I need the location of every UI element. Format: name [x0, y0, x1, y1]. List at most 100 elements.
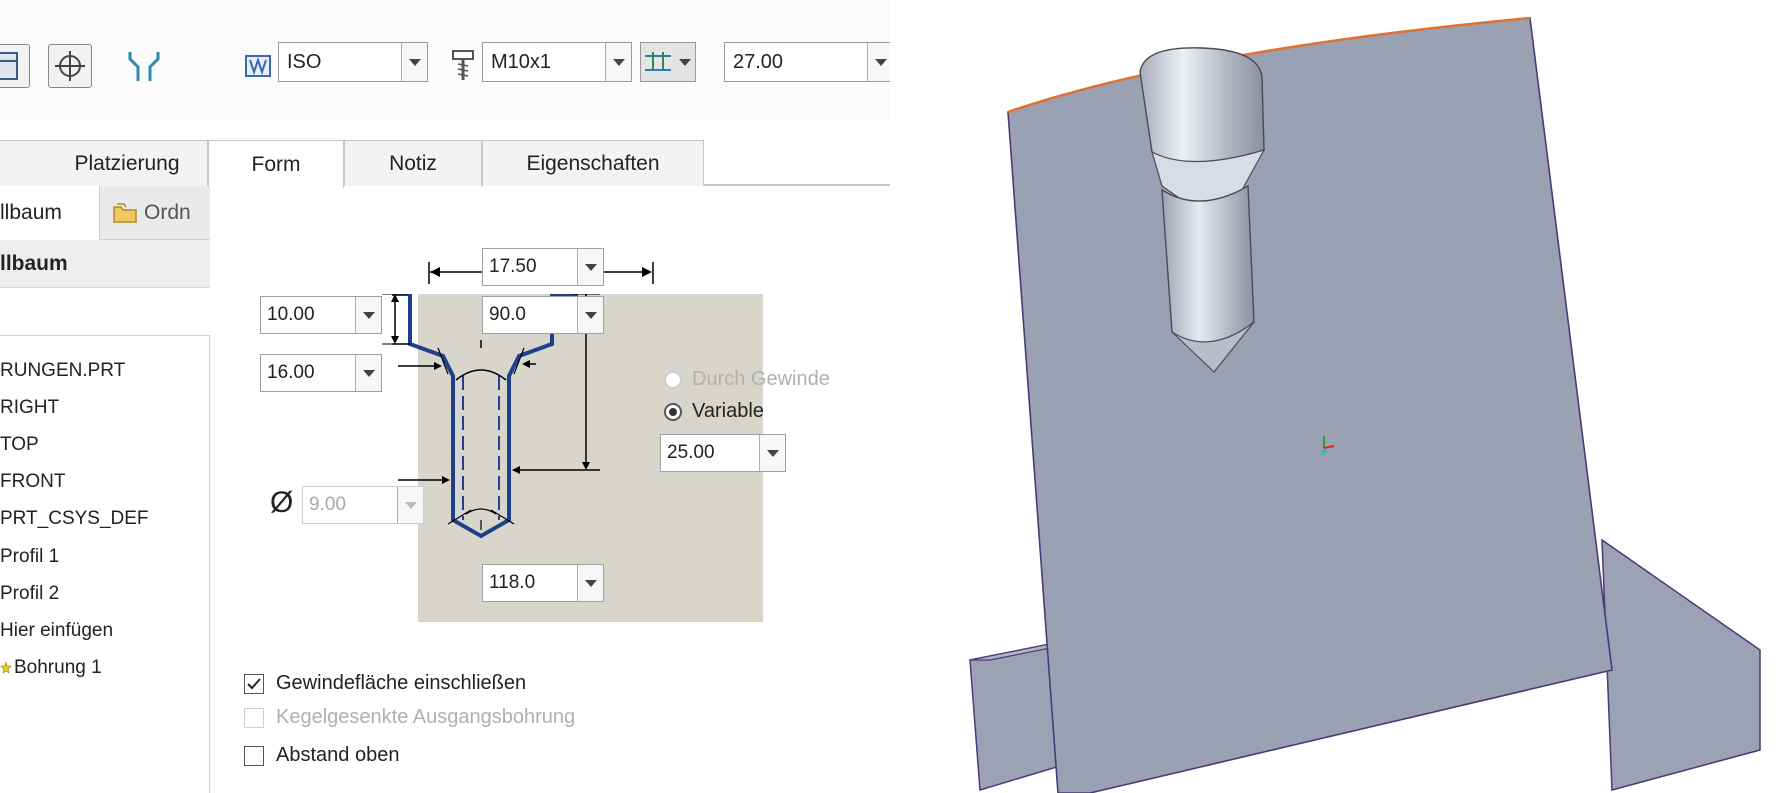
- chevron-down-icon[interactable]: [577, 565, 603, 601]
- drill-tip-angle-value: 118.0: [489, 572, 536, 593]
- radial-placement-icon[interactable]: [48, 44, 92, 88]
- tree-item-bohrung-1[interactable]: Bohrung 1: [0, 650, 210, 687]
- thread-standard-value: ISO: [287, 50, 322, 73]
- tree-item-label: PRT_CSYS_DEF: [0, 508, 149, 530]
- tab-label: Form: [251, 152, 301, 176]
- thread-depth-field[interactable]: 25.00: [660, 434, 786, 472]
- shape-form-panel: 17.50 10.00 90.0 16.00 Ø 9.00 118.0 Durc…: [210, 188, 890, 793]
- thru-thread-radio[interactable]: Durch Gewinde: [664, 368, 830, 391]
- check-icon: [247, 677, 261, 689]
- tab-label: llbaum: [0, 201, 62, 224]
- simple-hole-icon[interactable]: [0, 44, 30, 88]
- hole-depth-value: 27.00: [733, 50, 784, 73]
- hole-depth-select[interactable]: 27.00: [724, 42, 890, 82]
- chevron-down-icon[interactable]: [676, 43, 695, 81]
- tab-label: Notiz: [389, 151, 437, 175]
- counterbore-depth-field[interactable]: 10.00: [260, 296, 382, 334]
- tree-item-label: Bohrung 1: [14, 657, 102, 679]
- countersunk-exit-checkbox[interactable]: Kegelgesenkte Ausgangsbohrung: [244, 706, 575, 729]
- tab-model-tree[interactable]: llbaum: [0, 186, 100, 240]
- counterbore-diameter-field[interactable]: 17.50: [482, 248, 604, 286]
- ribbon-toolbar: ISO M10x1 27.00: [0, 0, 890, 120]
- radio-circle: [664, 370, 682, 389]
- part-3d-model: [969, 16, 1761, 793]
- tree-item-label: Hier einfügen: [0, 619, 114, 641]
- tree-item-insert-here[interactable]: Hier einfügen: [0, 612, 210, 649]
- tab-layer-tree[interactable]: Ordn: [100, 186, 210, 240]
- tree-item-label: RUNGEN.PRT: [0, 359, 126, 381]
- tree-items-list: RUNGEN.PRT RIGHT TOP FRONT PRT_CSYS_DEF …: [0, 352, 210, 687]
- chevron-down-icon[interactable]: [759, 435, 785, 471]
- tree-item-profil-2[interactable]: Profil 2: [0, 575, 210, 612]
- radio-circle: [664, 402, 682, 421]
- tree-filter-input[interactable]: [0, 288, 210, 336]
- tree-item-top[interactable]: TOP: [0, 426, 210, 463]
- chevron-down-icon[interactable]: [577, 297, 603, 333]
- checkbox-label: Abstand oben: [276, 744, 400, 766]
- countersink-angle-field[interactable]: 90.0: [482, 296, 604, 334]
- tree-item-part[interactable]: RUNGEN.PRT: [0, 352, 210, 389]
- thread-depth-value: 25.00: [667, 442, 715, 463]
- counterbore-cylinder: [1139, 47, 1265, 163]
- tab-label: Platzierung: [74, 151, 180, 175]
- graphics-viewport[interactable]: [890, 0, 1792, 793]
- tree-item-profil-1[interactable]: Profil 1: [0, 538, 210, 575]
- checkbox-box: [244, 745, 264, 766]
- tree-item-label: RIGHT: [0, 396, 60, 418]
- tree-item-label: Profil 1: [0, 545, 60, 567]
- flange-right-face: [1601, 538, 1761, 791]
- counterbore-depth-value: 10.00: [267, 304, 315, 325]
- tab-eigenschaften[interactable]: Eigenschaften: [482, 140, 704, 186]
- feature-tabs: Platzierung Form Notiz Eigenschaften: [0, 140, 890, 188]
- radio-label: Variable: [692, 400, 764, 422]
- countersink-depth-field[interactable]: 16.00: [260, 354, 382, 392]
- tree-item-label: TOP: [0, 433, 39, 455]
- drill-profile-icon[interactable]: [122, 44, 166, 88]
- top-clearance-checkbox[interactable]: Abstand oben: [244, 744, 399, 767]
- hole-feature-panel: ISO M10x1 27.00 Platzierung Form Notiz E…: [0, 0, 890, 793]
- drill-tip-angle-field[interactable]: 118.0: [482, 564, 604, 602]
- checkbox-label: Gewindefläche einschließen: [276, 672, 527, 694]
- model-tree-header: llbaum: [0, 240, 210, 288]
- model-tree-panel: llbaum Ordn llbaum RUNGEN.PRT RIGHT TOP …: [0, 186, 210, 793]
- chevron-down-icon[interactable]: [605, 43, 631, 81]
- thread-size-select[interactable]: M10x1: [482, 42, 632, 82]
- depth-option-button[interactable]: [640, 42, 696, 82]
- countersink-angle-value: 90.0: [489, 304, 526, 325]
- thread-size-value: M10x1: [491, 50, 552, 73]
- hole-diameter-field[interactable]: 9.00: [302, 486, 424, 524]
- counterbore-diameter-value: 17.50: [489, 256, 537, 277]
- chevron-down-icon[interactable]: [397, 487, 423, 523]
- chevron-down-icon[interactable]: [355, 297, 381, 333]
- chevron-down-icon[interactable]: [867, 43, 890, 81]
- tab-notiz[interactable]: Notiz: [344, 140, 482, 186]
- tree-item-csys[interactable]: PRT_CSYS_DEF: [0, 501, 210, 538]
- tree-item-label: Profil 2: [0, 582, 60, 604]
- new-feature-icon: [0, 661, 12, 675]
- thread-standard-select[interactable]: ISO: [278, 42, 428, 82]
- tab-label: Ordn: [144, 200, 191, 224]
- tab-platzierung[interactable]: Platzierung: [0, 140, 208, 186]
- tree-item-front[interactable]: FRONT: [0, 464, 210, 501]
- checkbox-box: [244, 673, 264, 694]
- hole-diameter-value: 9.00: [309, 494, 346, 515]
- include-thread-surface-checkbox[interactable]: Gewindefläche einschließen: [244, 672, 526, 695]
- thread-standard-icon: [244, 50, 272, 80]
- radio-label: Durch Gewinde: [692, 368, 830, 390]
- chevron-down-icon[interactable]: [577, 249, 603, 285]
- tree-item-label: FRONT: [0, 471, 66, 493]
- tab-label: Eigenschaften: [526, 151, 660, 175]
- screw-size-icon: [450, 48, 476, 82]
- blind-depth-icon: [641, 43, 676, 81]
- checkbox-box: [244, 707, 264, 728]
- hole-shank: [1161, 184, 1255, 350]
- chevron-down-icon[interactable]: [401, 43, 427, 81]
- tab-form[interactable]: Form: [208, 140, 344, 188]
- header-label: llbaum: [0, 251, 68, 275]
- variable-depth-radio[interactable]: Variable: [664, 400, 764, 423]
- tree-item-right[interactable]: RIGHT: [0, 389, 210, 426]
- folder-icon: [112, 201, 138, 225]
- chevron-down-icon[interactable]: [355, 355, 381, 391]
- main-body-face: [1007, 17, 1613, 793]
- diameter-symbol: Ø: [270, 486, 294, 519]
